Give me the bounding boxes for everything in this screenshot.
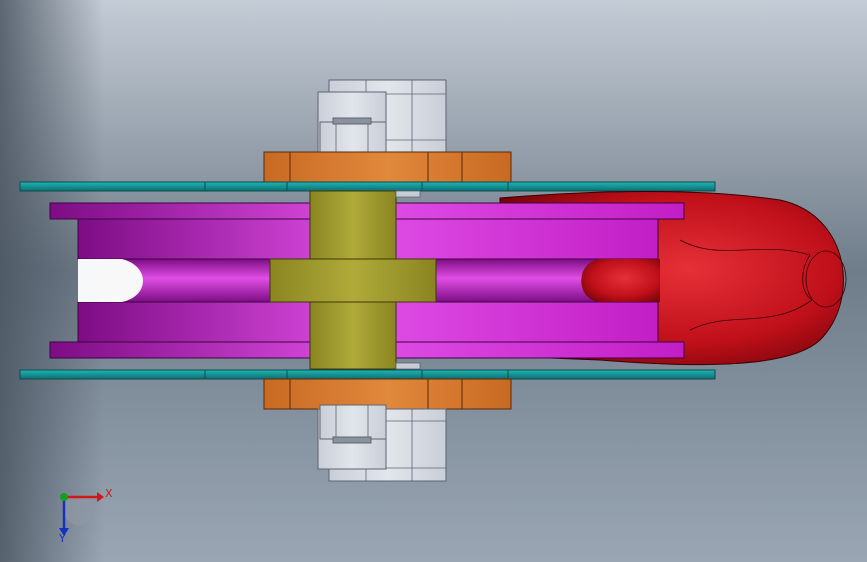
top-side-plate[interactable] <box>19 181 716 192</box>
bottom-hex-nut-small[interactable] <box>317 404 387 470</box>
top-bushing[interactable] <box>263 151 512 183</box>
rope-end[interactable] <box>581 259 660 302</box>
washer-top <box>395 190 421 198</box>
triad-y-label: Y <box>58 532 66 545</box>
pulley-assembly-drawing[interactable]: X Y <box>0 0 867 562</box>
axle-collar[interactable] <box>269 258 437 303</box>
washer-bottom <box>395 362 421 370</box>
bottom-bushing[interactable] <box>263 378 512 410</box>
bottom-side-plate[interactable] <box>19 369 716 380</box>
triad-x-label: X <box>105 487 113 500</box>
groove-opening-left <box>78 259 143 302</box>
cad-viewport[interactable]: X Y <box>0 0 867 562</box>
top-hex-nut-small[interactable] <box>317 91 387 157</box>
